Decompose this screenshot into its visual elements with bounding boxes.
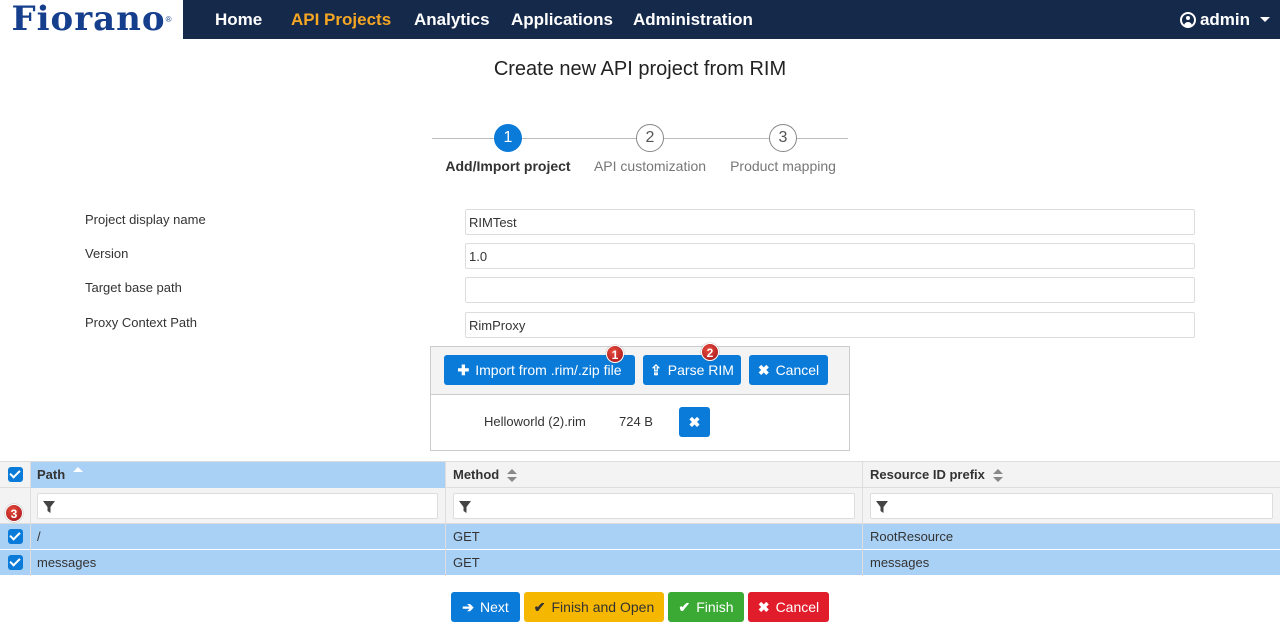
resource-id-cell: RootResource	[870, 529, 954, 544]
method-cell: GET	[453, 555, 480, 570]
column-header-resource-id[interactable]: Resource ID prefix	[863, 462, 1280, 488]
version-label: Version	[85, 246, 129, 261]
step-2-label: API customization	[593, 158, 707, 174]
finish-and-open-label: Finish and Open	[551, 599, 655, 615]
step-2-circle[interactable]: 2	[636, 124, 664, 152]
path-cell: /	[37, 529, 41, 544]
user-menu[interactable]: admin	[1179, 0, 1270, 39]
step-3-circle[interactable]: 3	[769, 124, 797, 152]
registered-mark: ®	[165, 15, 172, 24]
column-header-path[interactable]: Path	[30, 462, 445, 488]
column-header-method[interactable]: Method	[446, 462, 862, 488]
method-cell: GET	[453, 529, 480, 544]
proxy-context-path-label: Proxy Context Path	[85, 315, 197, 330]
column-divider	[862, 461, 863, 576]
display-name-label: Project display name	[85, 212, 206, 227]
version-input[interactable]	[465, 243, 1195, 269]
next-label: Next	[479, 599, 509, 615]
path-header-label: Path	[37, 467, 66, 482]
grid-header: Path Method Resource ID prefix	[0, 461, 1280, 488]
check-icon: ✔	[533, 599, 546, 615]
plus-icon: ✚	[457, 362, 470, 378]
table-row[interactable]: / GET RootResource	[0, 524, 1280, 550]
resource-id-header-label: Resource ID prefix	[870, 467, 985, 482]
nav-home[interactable]: Home	[215, 0, 262, 39]
import-file-label: Import from .rim/.zip file	[475, 362, 622, 378]
import-toolbar: ✚ Import from .rim/.zip file ⇪ Parse RIM…	[431, 347, 849, 395]
filter-row	[0, 488, 1280, 524]
nav-applications[interactable]: Applications	[511, 0, 613, 39]
resource-grid: Path Method Resource ID prefix / GET Roo…	[0, 461, 1280, 576]
next-button[interactable]: ➔ Next	[451, 592, 520, 622]
filter-icon	[459, 501, 471, 513]
select-all-checkbox[interactable]	[8, 467, 23, 482]
nav-api-projects[interactable]: API Projects	[291, 0, 391, 39]
finish-label: Finish	[696, 599, 734, 615]
finish-button[interactable]: ✔ Finish	[668, 592, 744, 622]
file-size: 724 B	[619, 414, 653, 429]
nav-administration[interactable]: Administration	[633, 0, 753, 39]
path-filter-input[interactable]	[37, 493, 438, 519]
step-1-label: Add/Import project	[445, 158, 571, 174]
step-3-label: Product mapping	[730, 158, 836, 174]
parse-rim-label: Parse RIM	[667, 362, 734, 378]
import-cancel-label: Cancel	[775, 362, 820, 378]
remove-file-button[interactable]: ✖	[679, 407, 710, 437]
finish-and-open-button[interactable]: ✔ Finish and Open	[524, 592, 664, 622]
filter-icon	[876, 501, 888, 513]
fiorano-logo[interactable]: Fiorano ®	[0, 0, 183, 39]
import-cancel-button[interactable]: ✖ Cancel	[749, 355, 828, 385]
table-row[interactable]: messages GET messages	[0, 550, 1280, 576]
cancel-label: Cancel	[775, 599, 820, 615]
close-icon: ✖	[757, 362, 770, 378]
filter-icon	[43, 501, 55, 513]
method-filter-input[interactable]	[453, 493, 855, 519]
check-icon: ✔	[678, 599, 691, 615]
path-cell: messages	[37, 555, 97, 570]
page-title: Create new API project from RIM	[493, 58, 787, 80]
resource-id-cell: messages	[870, 555, 930, 570]
display-name-input[interactable]	[465, 209, 1195, 235]
nav-analytics[interactable]: Analytics	[414, 0, 490, 39]
top-navbar: Fiorano ® Home API Projects Analytics App…	[0, 0, 1280, 39]
column-divider	[30, 461, 31, 576]
marker-1-icon: 1	[606, 345, 624, 363]
step-1-circle[interactable]: 1	[494, 124, 522, 152]
row-checkbox[interactable]	[8, 529, 23, 544]
column-divider	[445, 461, 446, 576]
user-name: admin	[1199, 9, 1250, 29]
parse-rim-button[interactable]: ⇪ Parse RIM	[643, 355, 741, 385]
close-icon: ✖	[757, 599, 770, 615]
marker-2-icon: 2	[701, 343, 719, 361]
cancel-button[interactable]: ✖ Cancel	[748, 592, 829, 622]
close-icon: ✖	[688, 414, 701, 430]
logo-text: Fiorano	[11, 0, 166, 39]
arrow-right-icon: ➔	[462, 599, 474, 615]
marker-3-icon: 3	[5, 504, 23, 522]
target-base-path-input[interactable]	[465, 277, 1195, 303]
user-icon	[1179, 11, 1196, 28]
resource-id-filter-input[interactable]	[870, 493, 1273, 519]
upload-icon: ⇪	[650, 362, 662, 378]
target-base-path-label: Target base path	[85, 280, 182, 295]
row-checkbox[interactable]	[8, 555, 23, 570]
sort-ascending-icon	[73, 467, 84, 472]
file-name: Helloworld (2).rim	[484, 414, 586, 429]
proxy-context-path-input[interactable]	[465, 312, 1195, 338]
import-panel: ✚ Import from .rim/.zip file ⇪ Parse RIM…	[430, 346, 850, 451]
import-file-button[interactable]: ✚ Import from .rim/.zip file	[444, 355, 635, 385]
caret-down-icon	[1260, 17, 1270, 22]
method-header-label: Method	[453, 467, 500, 482]
